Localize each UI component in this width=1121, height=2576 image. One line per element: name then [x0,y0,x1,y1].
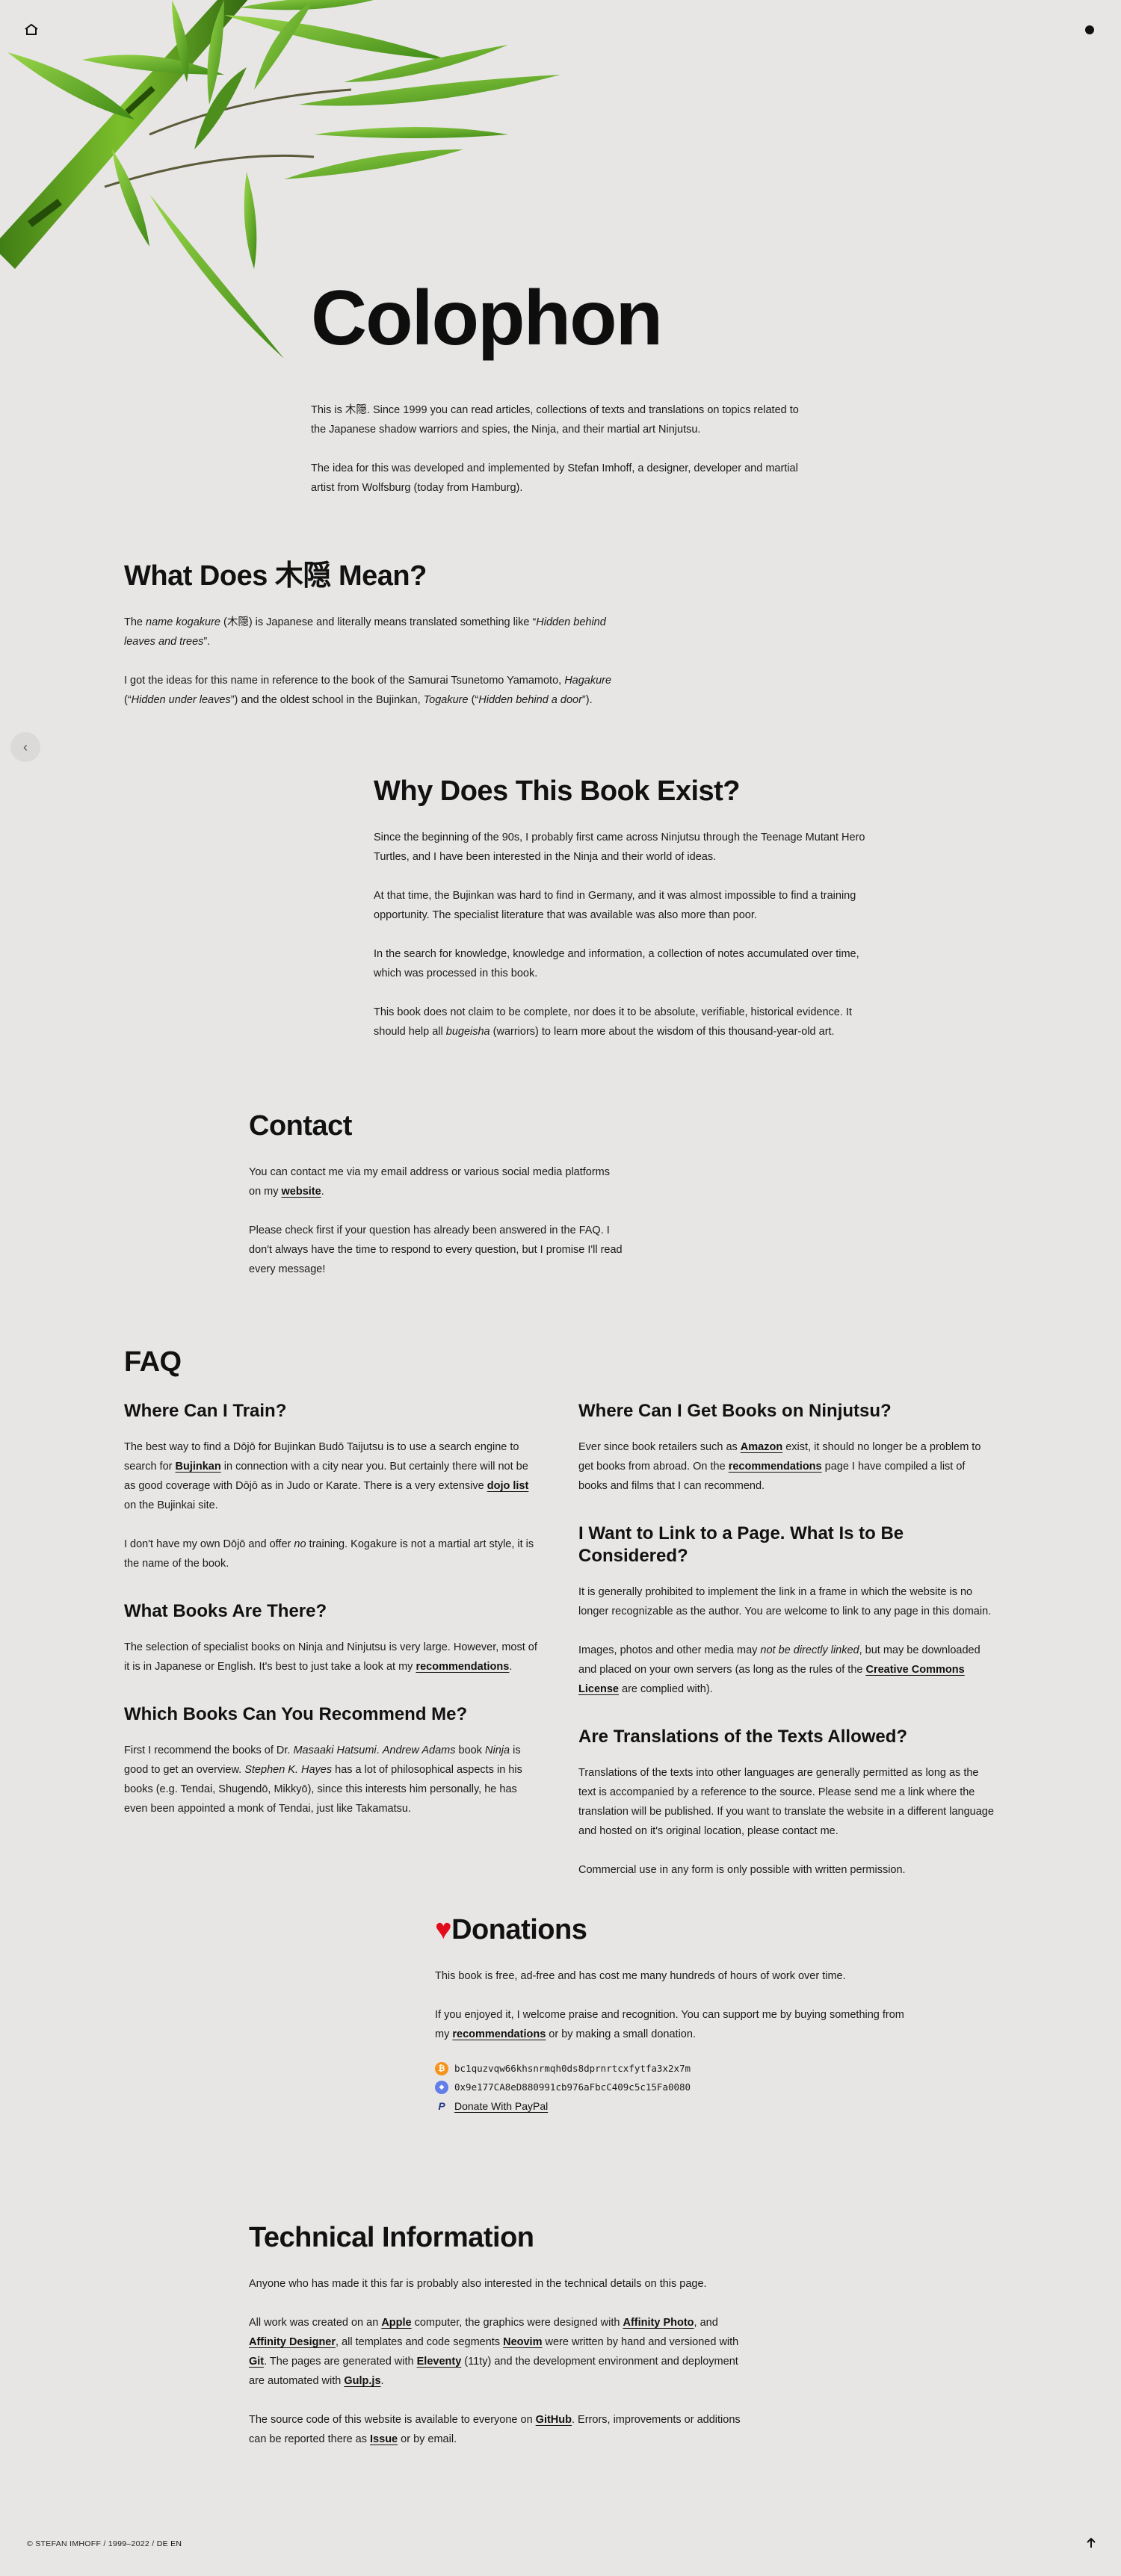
back-button[interactable]: ‹ [10,732,40,762]
affinity-designer-link[interactable]: Affinity Designer [249,2336,336,2348]
website-link[interactable]: website [282,1186,321,1198]
meaning-heading: What Does 木隠 Mean? [124,560,427,592]
faq-books: What Books Are There? The selection of s… [124,1600,543,1676]
intro-paragraph-1: This is 木隠. Since 1999 you can read arti… [311,404,799,436]
faq-train-question: Where Can I Train? [124,1401,287,1421]
why-paragraph-2: At that time, the Bujinkan was hard to f… [374,890,856,921]
faq-translate-paragraph-2: Commercial use in any form is only possi… [578,1864,906,1876]
faq-books-paragraph: The selection of specialist books on Nin… [124,1641,537,1673]
faq-train-paragraph-1: The best way to find a Dōjō for Bujinkan… [124,1441,529,1511]
page-title: Colophon [311,275,663,362]
why-heading: Why Does This Book Exist? [374,775,741,807]
github-link[interactable]: GitHub [536,2414,572,2426]
amazon-link[interactable]: Amazon [741,1441,782,1453]
neovim-link[interactable]: Neovim [503,2336,542,2348]
lang-de-link[interactable]: DE [157,2539,168,2548]
faq-recommend-paragraph: First I recommend the books of Dr. Masaa… [124,1744,522,1815]
recommendations-link[interactable]: recommendations [416,1661,509,1673]
technical-section: Technical Information Anyone who has mad… [249,2220,742,2449]
faq-right-column: Where Can I Get Books on Ninjutsu? Ever … [578,1400,997,1907]
faq-heading: FAQ [124,1346,182,1378]
faq-translate-question: Are Translations of the Texts Allowed? [578,1727,908,1747]
contact-heading: Contact [249,1110,352,1142]
faq-translate: Are Translations of the Texts Allowed? T… [578,1726,997,1880]
bitcoin-icon: ₿ [435,2061,448,2075]
faq-link-question: I Want to Link to a Page. What Is to Be … [578,1523,904,1566]
faq-getbooks-question: Where Can I Get Books on Ninjutsu? [578,1401,892,1421]
donation-methods: ₿ bc1quzvqw66khsnrmqh0ds8dprnrtcxfytfa3x… [435,2059,913,2115]
contact-paragraph-1: You can contact me via my email address … [249,1166,611,1198]
menu-button[interactable] [1084,24,1096,36]
meaning-paragraph-1: The name kogakure (木隠) is Japanese and l… [124,616,606,648]
arrow-up-icon [1087,2537,1096,2548]
faq-translate-paragraph-1: Translations of the texts into other lan… [578,1767,994,1837]
technical-paragraph-3: The source code of this website is avail… [249,2414,741,2445]
technical-paragraph-1: Anyone who has made it this far is proba… [249,2278,707,2290]
bitcoin-address[interactable]: ₿ bc1quzvqw66khsnrmqh0ds8dprnrtcxfytfa3x… [435,2059,913,2078]
donations-paragraph-1: This book is free, ad-free and has cost … [435,1970,846,1982]
contact-paragraph-2: Please check first if your question has … [249,1224,623,1275]
issue-link[interactable]: Issue [370,2433,398,2445]
donations-paragraph-2: If you enjoyed it, I welcome praise and … [435,2009,904,2040]
footer: © STEFAN IMHOFF / 1999–2022 / DE EN [27,2539,182,2548]
dojo-list-link[interactable]: dojo list [487,1480,529,1492]
donations-section: ♥Donations This book is free, ad-free an… [435,1913,913,2115]
apple-link[interactable]: Apple [381,2317,411,2329]
copyright: © STEFAN IMHOFF / 1999–2022 / [27,2539,155,2548]
faq-link-paragraph-1: It is generally prohibited to implement … [578,1586,992,1617]
home-button[interactable] [22,21,40,39]
chevron-left-icon: ‹ [23,739,28,755]
meaning-section: What Does 木隠 Mean? The name kogakure (木隠… [124,559,632,710]
faq-train-paragraph-2: I don't have my own Dōjō and offer no tr… [124,1538,534,1570]
contact-section: Contact You can contact me via my email … [249,1109,623,1279]
paypal-donate-link[interactable]: P Donate With PayPal [435,2096,913,2115]
git-link[interactable]: Git [249,2356,264,2368]
why-paragraph-4: This book does not claim to be complete,… [374,1006,852,1038]
why-paragraph-3: In the search for knowledge, knowledge a… [374,948,859,979]
why-paragraph-1: Since the beginning of the 90s, I probab… [374,832,865,863]
technical-paragraph-2: All work was created on an Apple compute… [249,2317,739,2387]
faq-link: I Want to Link to a Page. What Is to Be … [578,1523,997,1699]
faq-getbooks-paragraph: Ever since book retailers such as Amazon… [578,1441,981,1492]
gulp-link[interactable]: Gulp.js [344,2375,380,2387]
recommendations-page-link[interactable]: recommendations [729,1461,822,1473]
faq-getbooks: Where Can I Get Books on Ninjutsu? Ever … [578,1400,997,1496]
faq-recommend-question: Which Books Can You Recommend Me? [124,1704,468,1724]
intro-paragraph-2: The idea for this was developed and impl… [311,462,798,494]
faq-recommend: Which Books Can You Recommend Me? First … [124,1703,543,1818]
donations-heading: ♥Donations [435,1914,587,1945]
technical-heading: Technical Information [249,2222,534,2253]
paypal-icon: P [438,2099,445,2112]
ethereum-icon: ◆ [435,2080,448,2094]
faq-link-paragraph-2: Images, photos and other media may not b… [578,1644,981,1695]
intro-section: This is 木隠. Since 1999 you can read arti… [311,400,804,498]
lang-en-link[interactable]: EN [170,2539,182,2548]
faq-left-column: Where Can I Train? The best way to find … [124,1400,543,1845]
bujinkan-link[interactable]: Bujinkan [176,1461,221,1473]
affinity-photo-link[interactable]: Affinity Photo [623,2317,694,2329]
faq-train: Where Can I Train? The best way to find … [124,1400,543,1573]
eleventy-link[interactable]: Eleventy [417,2356,462,2368]
faq-books-question: What Books Are There? [124,1601,327,1621]
ethereum-address[interactable]: ◆ 0x9e177CA8eD880991cb976aFbcC409c5c15Fa… [435,2078,913,2096]
home-icon [25,23,38,35]
donation-recommendations-link[interactable]: recommendations [452,2028,546,2040]
why-section: Why Does This Book Exist? Since the begi… [374,774,882,1041]
meaning-paragraph-2: I got the ideas for this name in referen… [124,675,612,706]
dot-icon [1085,25,1094,34]
back-to-top-button[interactable] [1084,2536,1099,2551]
heart-icon: ♥ [435,1914,452,1945]
